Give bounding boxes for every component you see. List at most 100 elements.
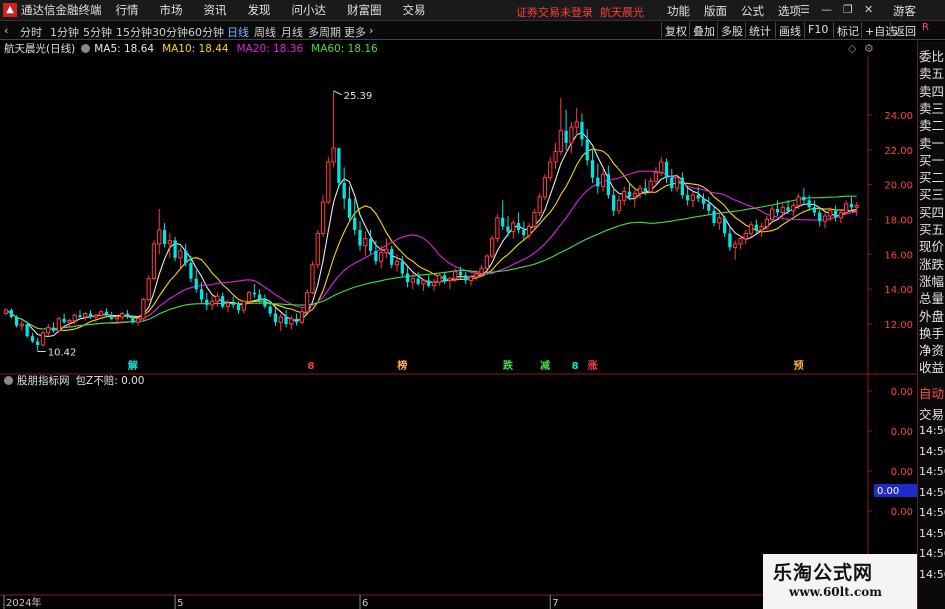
candle — [590, 149, 595, 183]
settings-gear-icon[interactable]: ⚙ — [864, 42, 874, 55]
menu-market[interactable]: 市场 — [160, 2, 183, 18]
candle — [310, 261, 315, 295]
candle-body — [464, 275, 468, 281]
candle — [585, 128, 589, 166]
indicator-toggle-icon[interactable] — [81, 44, 91, 53]
candle-body — [743, 232, 748, 240]
candle-body — [495, 217, 500, 240]
menu-quotes[interactable]: 行情 — [116, 2, 139, 18]
restore-icon[interactable]: ❐ — [843, 3, 853, 16]
back-button[interactable]: 返回 — [890, 22, 919, 38]
r-indicator[interactable]: R — [922, 22, 945, 33]
candle-body — [489, 238, 495, 257]
menu-news[interactable]: 资讯 — [204, 2, 227, 18]
menu-layout[interactable]: 版面 — [704, 3, 727, 19]
candle-body — [78, 315, 82, 318]
tab-timeshare[interactable]: 分时 — [20, 24, 42, 40]
quote-label: 买五 — [919, 222, 945, 237]
candle-body — [632, 192, 637, 198]
candle — [221, 292, 225, 309]
candle-body — [484, 255, 489, 269]
tab-multi-period[interactable]: 多周期 — [308, 24, 341, 40]
candle-body — [421, 279, 426, 285]
candle — [104, 308, 109, 318]
candle — [701, 193, 706, 210]
guest-label[interactable]: 游客 — [893, 3, 916, 19]
candle-body — [252, 292, 256, 295]
tab-1min[interactable]: 1分钟 — [50, 24, 79, 40]
tab-weekly[interactable]: 周线 — [254, 24, 276, 40]
candle-body — [447, 278, 452, 281]
candle-body — [728, 233, 732, 248]
candle — [596, 163, 600, 194]
tab-5min[interactable]: 5分钟 — [83, 24, 112, 40]
minimize-icon[interactable]: — — [821, 3, 832, 16]
candle — [342, 167, 346, 210]
candle-body — [56, 318, 61, 332]
watermark-title: 乐淘公式网 — [773, 562, 874, 584]
candle-body — [775, 209, 780, 213]
login-warning[interactable]: 证券交易未登录 航天晨光 — [516, 4, 644, 20]
sub-chart-header: 股朋指标网 包Z不赔: 0.00 — [0, 373, 144, 388]
candle — [574, 108, 579, 136]
menu-trade[interactable]: 交易 — [403, 2, 426, 18]
price-tick-label: 20.00 — [884, 181, 913, 192]
candle-body — [685, 195, 690, 201]
candle — [685, 188, 690, 206]
candle — [146, 275, 151, 302]
candle-body — [849, 203, 854, 208]
stock-label[interactable]: 航天晨光(日线) — [4, 41, 75, 56]
tab-monthly[interactable]: 月线 — [281, 24, 303, 40]
tab-30min[interactable]: 30分钟 — [152, 24, 188, 40]
overlay-button[interactable]: 叠加 — [689, 22, 718, 38]
f10-button[interactable]: F10 — [804, 22, 831, 38]
candle — [40, 330, 46, 347]
sub-chart-title[interactable]: 股朋指标网 — [17, 373, 70, 388]
tab-daily[interactable]: 日线 — [227, 24, 249, 40]
candle-body — [221, 296, 225, 307]
date-tick-label: 5 — [177, 598, 183, 609]
draw-button[interactable]: 画线 — [775, 22, 804, 38]
candlestick-chart[interactable]: 24.00 22.00 20.00 18.00 16.00 14.00 12.00 2024… — [0, 56, 917, 609]
candle — [558, 97, 563, 156]
adjust-button[interactable]: 复权 — [661, 22, 690, 38]
candle-body — [637, 187, 643, 194]
candle — [273, 308, 278, 326]
candle-body — [141, 299, 146, 320]
candle — [759, 222, 764, 237]
trade-label[interactable]: 交易 — [919, 404, 945, 423]
sub-chart: 0.00 0.00 0.00 0.00 0.00 — [868, 387, 917, 518]
candle-body — [390, 249, 394, 265]
menu-discover[interactable]: 发现 — [248, 2, 271, 18]
tab-15min[interactable]: 15分钟 — [116, 24, 152, 40]
candle — [431, 278, 437, 291]
menu-function[interactable]: 功能 — [667, 3, 690, 19]
close-icon[interactable]: ✕ — [864, 3, 873, 16]
candle — [162, 222, 167, 248]
mark-button[interactable]: 标记 — [833, 22, 862, 38]
menu-options[interactable]: 选项 — [778, 3, 801, 19]
candle — [284, 310, 288, 328]
window-list-icon[interactable]: ☰ — [800, 3, 810, 16]
tab-more[interactable]: 更多 — [344, 24, 366, 40]
stats-button[interactable]: 统计 — [745, 22, 774, 38]
event-markers: 解8榜跌减8涨预 — [128, 359, 804, 372]
trade-label[interactable]: 自动 — [919, 383, 945, 402]
candle-body — [416, 278, 420, 284]
candle-body — [257, 294, 262, 300]
menu-formula[interactable]: 公式 — [741, 3, 764, 19]
period-arrow-icon[interactable]: ‹ — [4, 24, 8, 37]
candle — [849, 196, 854, 211]
tab-60min[interactable]: 60分钟 — [188, 24, 224, 40]
sub-tick-label: 0.00 — [891, 427, 913, 438]
sub-toggle-icon[interactable] — [4, 376, 13, 385]
candle-body — [427, 280, 431, 286]
multi-stock-button[interactable]: 多股 — [717, 22, 746, 38]
settings-diamond-icon[interactable]: ◇ — [848, 42, 856, 55]
candle-body — [347, 198, 352, 218]
candle — [648, 177, 653, 194]
more-chevron-icon[interactable]: › — [369, 24, 373, 37]
candle-body — [25, 324, 29, 337]
menu-wealth[interactable]: 财富圈 — [347, 2, 382, 18]
menu-ask[interactable]: 问小达 — [292, 2, 327, 18]
